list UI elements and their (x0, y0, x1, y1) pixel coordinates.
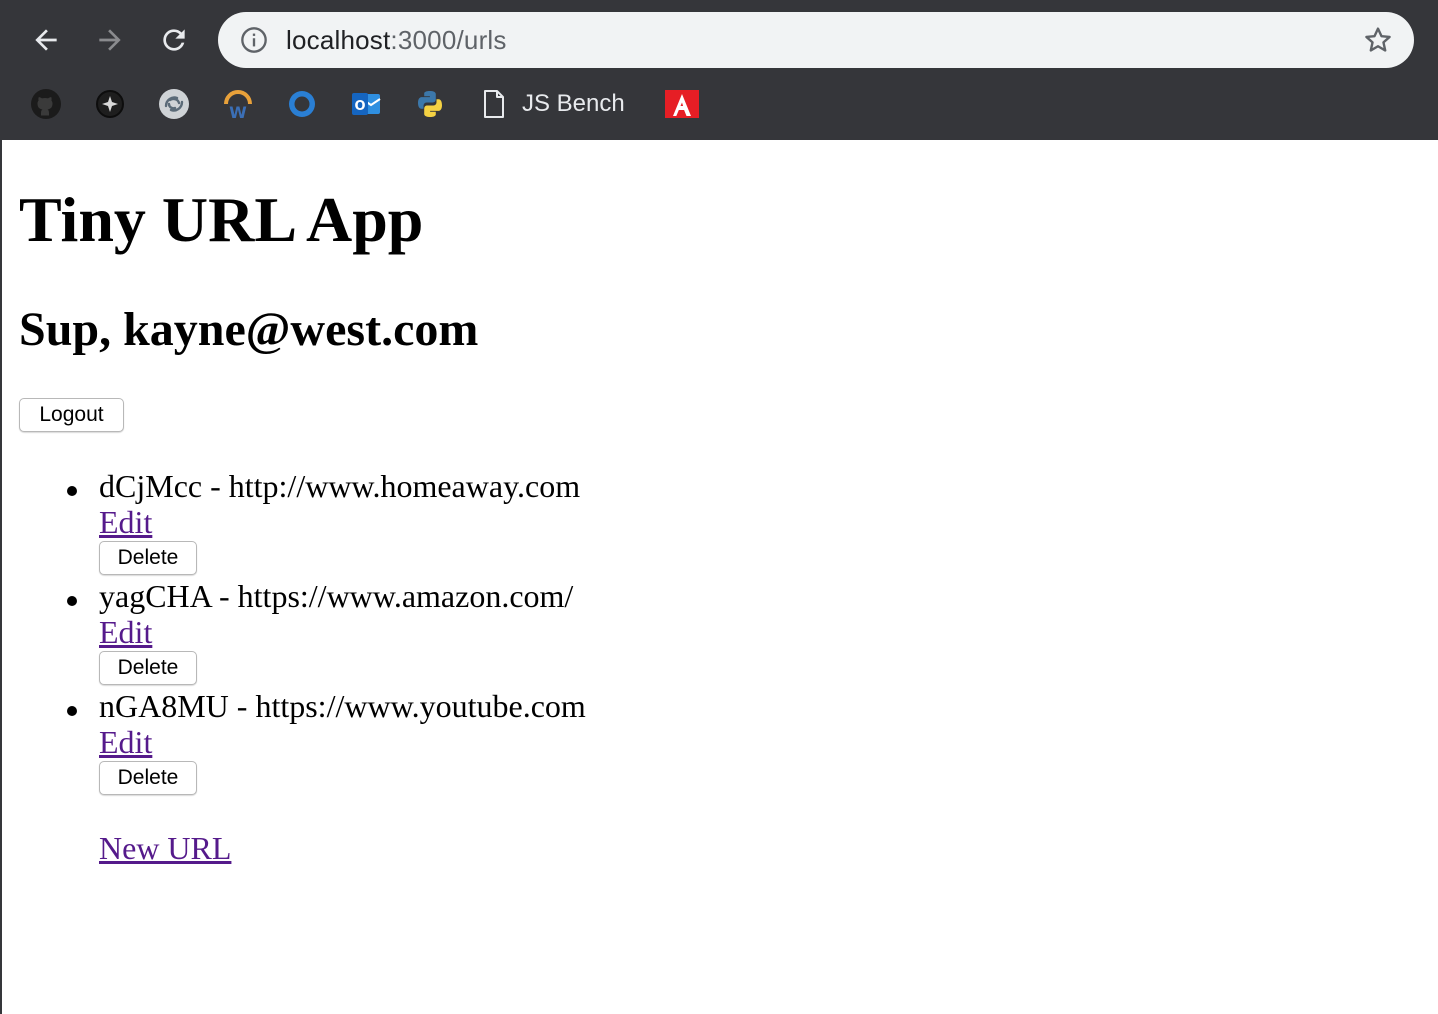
new-url-link[interactable]: New URL (99, 828, 231, 868)
github-icon (31, 89, 61, 119)
delete-button[interactable]: Delete (99, 541, 197, 575)
adobe-icon (665, 90, 699, 118)
url-entry-text: dCjMcc - http://www.homeaway.com (99, 468, 581, 504)
python-icon (418, 91, 442, 117)
edit-link[interactable]: Edit (99, 612, 152, 652)
svg-text:O: O (354, 99, 365, 114)
forward-arrow-icon (99, 29, 121, 51)
w-icon: W (224, 90, 252, 120)
star-icon[interactable] (1362, 24, 1394, 56)
edit-link[interactable]: Edit (99, 722, 152, 762)
delete-button[interactable]: Delete (99, 761, 197, 795)
delete-button[interactable]: Delete (99, 651, 197, 685)
bookmark-outlook[interactable]: O (350, 86, 382, 122)
bookmark-ring[interactable] (286, 86, 318, 122)
bullet (67, 706, 77, 716)
bullet (67, 596, 77, 606)
bookmark-w[interactable]: W (222, 86, 254, 122)
document-icon (484, 90, 504, 118)
url-path: :3000/urls (390, 25, 507, 55)
ring-icon (289, 91, 315, 117)
logout-button[interactable]: Logout (19, 398, 124, 432)
url-list-item: yagCHA - https://www.amazon.com/ Edit De… (2, 578, 902, 688)
forward-button[interactable] (92, 22, 128, 58)
user-greeting: Sup, kayne@west.com (19, 303, 479, 356)
back-button[interactable] (28, 22, 64, 58)
outlook-icon: O (352, 93, 381, 115)
bookmark-js-bench[interactable]: JS Bench (480, 86, 625, 122)
reload-button[interactable] (156, 22, 192, 58)
url-list-item: nGA8MU - https://www.youtube.com Edit De… (2, 688, 902, 798)
bookmark-adobe[interactable] (665, 86, 699, 122)
svg-text:W: W (229, 103, 247, 120)
bookmark-label: JS Bench (522, 90, 625, 117)
address-bar[interactable]: localhost:3000/urls (218, 12, 1414, 68)
compass-icon (96, 90, 124, 118)
url-entry-text: yagCHA - https://www.amazon.com/ (99, 578, 574, 614)
swirl-icon (159, 89, 189, 119)
reload-icon (163, 29, 185, 51)
info-icon[interactable] (240, 26, 268, 54)
bookmark-swirl[interactable] (158, 86, 190, 122)
edit-link[interactable]: Edit (99, 502, 152, 542)
url-list-item: dCjMcc - http://www.homeaway.com Edit De… (2, 468, 902, 578)
page-title: Tiny URL App (19, 184, 424, 255)
bookmark-github[interactable] (30, 86, 62, 122)
address-text[interactable]: localhost:3000/urls (286, 24, 507, 56)
browser-toolbar: localhost:3000/urls W O JS Bench (0, 0, 1438, 140)
back-arrow-icon (35, 29, 57, 51)
page-content: Tiny URL App Sup, kayne@west.com Logout … (0, 140, 1438, 1014)
bookmark-python[interactable] (414, 86, 446, 122)
bookmark-compass[interactable] (94, 86, 126, 122)
url-host: localhost (286, 25, 391, 55)
bullet (67, 486, 77, 496)
url-entry-text: nGA8MU - https://www.youtube.com (99, 688, 586, 724)
